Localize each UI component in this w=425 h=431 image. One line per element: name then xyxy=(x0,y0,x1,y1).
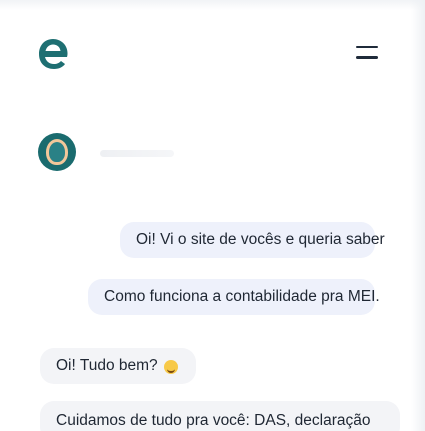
message-bubble-user: Como funciona a contabilidade pra MEI. xyxy=(88,279,380,315)
message-text: Oi! Tudo bem? xyxy=(56,357,158,374)
menu-line-top xyxy=(356,45,378,48)
brand-logo-icon[interactable] xyxy=(36,36,70,72)
message-text: Cuidamos de tudo pra você: DAS, declaraç… xyxy=(56,412,371,429)
message-text: Oi! Vi o site de vocês e queria saber xyxy=(136,231,385,248)
agent-avatar-icon xyxy=(38,133,76,171)
typing-indicator xyxy=(100,150,174,157)
hamburger-menu-icon[interactable] xyxy=(354,42,380,62)
menu-line-bottom xyxy=(356,56,378,59)
message-bubble-user: Oi! Vi o site de vocês e queria saber xyxy=(120,222,385,258)
message-text: Como funciona a contabilidade pra MEI. xyxy=(104,288,380,305)
smile-emoji-icon xyxy=(163,360,178,374)
message-bubble-agent: Cuidamos de tudo pra você: DAS, declaraç… xyxy=(40,401,400,431)
message-bubble-agent: Oi! Tudo bem? xyxy=(40,348,196,384)
avatar-face xyxy=(46,139,68,165)
chat-screen: Oi! Vi o site de vocês e queria saber Co… xyxy=(0,0,425,431)
